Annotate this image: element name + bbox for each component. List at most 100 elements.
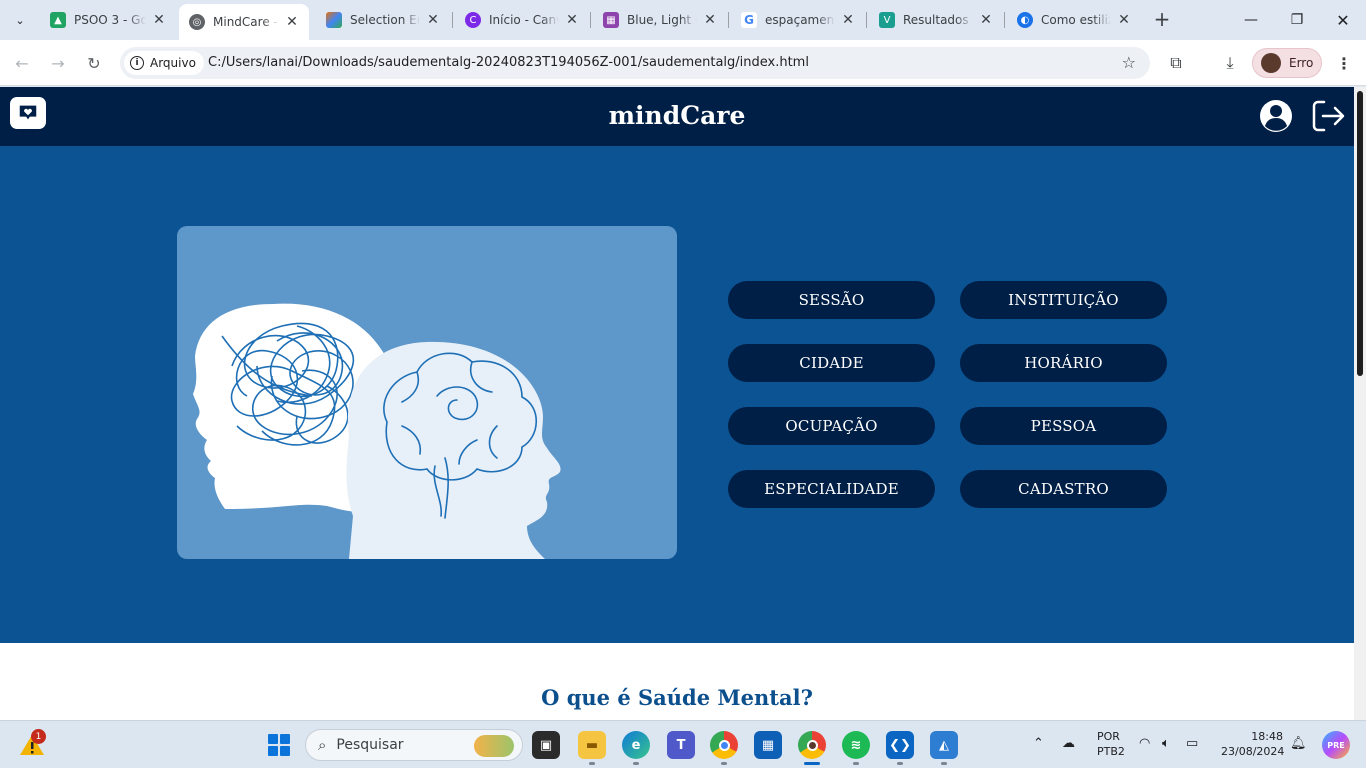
search-highlight-image: [474, 735, 514, 757]
chrome-profile-icon[interactable]: [798, 731, 826, 759]
tab-title: Blue, Light G: [627, 13, 697, 27]
site-info-label: Arquivo: [150, 56, 196, 70]
chrome-icon[interactable]: [710, 731, 738, 759]
section-title: O que é Saúde Mental?: [541, 685, 813, 710]
wifi-icon[interactable]: ◠: [1139, 736, 1150, 751]
tab-separator: [590, 12, 591, 28]
ocupacao-button[interactable]: OCUPAÇÃO: [728, 407, 935, 445]
google-icon: G: [741, 12, 757, 28]
clock-time: 18:48: [1251, 730, 1283, 743]
profile-label: Erro: [1289, 56, 1314, 70]
task-view-icon[interactable]: ▣: [532, 731, 560, 759]
language-code: POR: [1097, 730, 1120, 743]
running-indicator: [897, 762, 903, 765]
close-icon[interactable]: ✕: [565, 12, 579, 28]
mental-health-illustration: [177, 226, 677, 559]
colorful-app-icon: [326, 12, 342, 28]
horario-button[interactable]: HORÁRIO: [960, 344, 1167, 382]
windows-start-icon[interactable]: [268, 734, 290, 756]
copilot-icon[interactable]: PRE: [1322, 731, 1350, 759]
hero-section: SESSÃO INSTITUIÇÃO CIDADE HORÁRIO OCUPAÇ…: [0, 146, 1354, 643]
onedrive-cloud-icon[interactable]: ☁: [1062, 736, 1075, 751]
site-info-chip[interactable]: i Arquivo: [124, 51, 204, 75]
running-indicator: [721, 762, 727, 765]
notification-bell-icon[interactable]: 🔔︎: [1290, 736, 1307, 751]
minimize-icon[interactable]: —: [1228, 6, 1274, 34]
browser-toolbar: ← → ↻ i Arquivo C:/Users/lanai/Downloads…: [0, 40, 1366, 86]
reload-icon[interactable]: ↻: [82, 51, 106, 75]
address-bar[interactable]: i Arquivo C:/Users/lanai/Downloads/saude…: [120, 47, 1150, 79]
tab-blue-light[interactable]: ▦ Blue, Light G ✕: [593, 6, 727, 34]
tab-mindcare[interactable]: ◎ MindCare - S ✕: [179, 4, 309, 40]
close-icon[interactable]: ✕: [426, 12, 440, 28]
window-close-icon[interactable]: ✕: [1320, 6, 1366, 34]
cadastro-button[interactable]: CADASTRO: [960, 470, 1167, 508]
clock[interactable]: 18:48 23/08/2024: [1221, 730, 1284, 758]
avatar: [1261, 53, 1281, 73]
language-indicator[interactable]: POR PTB2: [1097, 730, 1125, 758]
tab-canva[interactable]: C Início - Canv ✕: [455, 6, 589, 34]
close-icon[interactable]: ✕: [152, 12, 166, 28]
tab-search-chevron-icon[interactable]: ⌄: [8, 8, 32, 32]
tab-separator: [866, 12, 867, 28]
spotify-icon[interactable]: ≋: [842, 731, 870, 759]
search-icon: ⌕: [318, 736, 327, 754]
sessao-button[interactable]: SESSÃO: [728, 281, 935, 319]
close-icon[interactable]: ✕: [703, 12, 717, 28]
calendar-icon: ▦: [603, 12, 619, 28]
browser-tab-strip: ⌄ ▲ PSOO 3 - Go ✕ ◎ MindCare - S ✕ Selec…: [0, 0, 1366, 40]
close-icon[interactable]: ✕: [841, 12, 855, 28]
back-arrow-icon[interactable]: ←: [10, 51, 34, 75]
extensions-puzzle-icon[interactable]: ⧉: [1164, 51, 1188, 75]
chat-icon: ◐: [1017, 12, 1033, 28]
scrollbar-thumb[interactable]: [1357, 91, 1363, 376]
url-text[interactable]: C:/Users/lanai/Downloads/saudementalg-20…: [208, 55, 809, 70]
teams-icon[interactable]: T: [667, 731, 695, 759]
taskbar-search-box[interactable]: ⌕ Pesquisar: [305, 729, 523, 761]
volume-icon[interactable]: 🔈︎: [1162, 736, 1170, 751]
close-icon[interactable]: ✕: [285, 14, 299, 30]
forward-arrow-icon[interactable]: →: [46, 51, 70, 75]
logout-icon[interactable]: [1310, 98, 1346, 134]
file-explorer-icon[interactable]: ▬: [578, 731, 606, 759]
notification-badge: 1: [31, 729, 46, 744]
especialidade-button[interactable]: ESPECIALIDADE: [728, 470, 935, 508]
bookmark-star-icon[interactable]: ☆: [1122, 53, 1136, 72]
user-account-icon[interactable]: [1258, 98, 1294, 134]
photos-icon[interactable]: ◭: [930, 731, 958, 759]
tab-title: Selection Em: [350, 13, 420, 27]
kebab-menu-icon[interactable]: ⋮: [1332, 51, 1356, 75]
tab-title: Início - Canv: [489, 13, 559, 27]
page-scrollbar[interactable]: [1354, 87, 1366, 720]
new-tab-plus-icon[interactable]: +: [1150, 8, 1174, 32]
tab-como-estilizar[interactable]: ◐ Como estiliz ✕: [1007, 6, 1141, 34]
canva-icon: C: [465, 12, 481, 28]
instituicao-button[interactable]: INSTITUIÇÃO: [960, 281, 1167, 319]
close-icon[interactable]: ✕: [1117, 12, 1131, 28]
running-indicator: [589, 762, 595, 765]
google-drive-icon: ▲: [50, 12, 66, 28]
download-icon[interactable]: ⤓: [1218, 51, 1242, 75]
running-indicator: [853, 762, 859, 765]
vscode-icon[interactable]: ❮❯: [886, 731, 914, 759]
vuetify-icon: V: [879, 12, 895, 28]
restore-icon[interactable]: ❐: [1274, 6, 1320, 34]
profile-button[interactable]: Erro: [1252, 48, 1322, 78]
tab-separator: [1004, 12, 1005, 28]
tab-selection[interactable]: Selection Em ✕: [316, 6, 450, 34]
tab-separator: [452, 12, 453, 28]
front-head-shape: [346, 341, 561, 559]
microsoft-store-icon[interactable]: ▦: [754, 731, 782, 759]
chevron-up-icon[interactable]: ⌃: [1033, 736, 1044, 751]
close-icon[interactable]: ✕: [979, 12, 993, 28]
battery-icon[interactable]: ▭: [1186, 736, 1198, 751]
globe-icon: ◎: [189, 14, 205, 30]
tab-psoo[interactable]: ▲ PSOO 3 - Go ✕: [40, 6, 176, 34]
cidade-button[interactable]: CIDADE: [728, 344, 935, 382]
tab-separator: [728, 12, 729, 28]
pessoa-button[interactable]: PESSOA: [960, 407, 1167, 445]
edge-browser-icon[interactable]: e: [622, 731, 650, 759]
tab-title: Como estiliz: [1041, 13, 1111, 27]
tab-espacamento[interactable]: G espaçamento ✕: [731, 6, 865, 34]
tab-resultados[interactable]: V Resultados d ✕: [869, 6, 1003, 34]
